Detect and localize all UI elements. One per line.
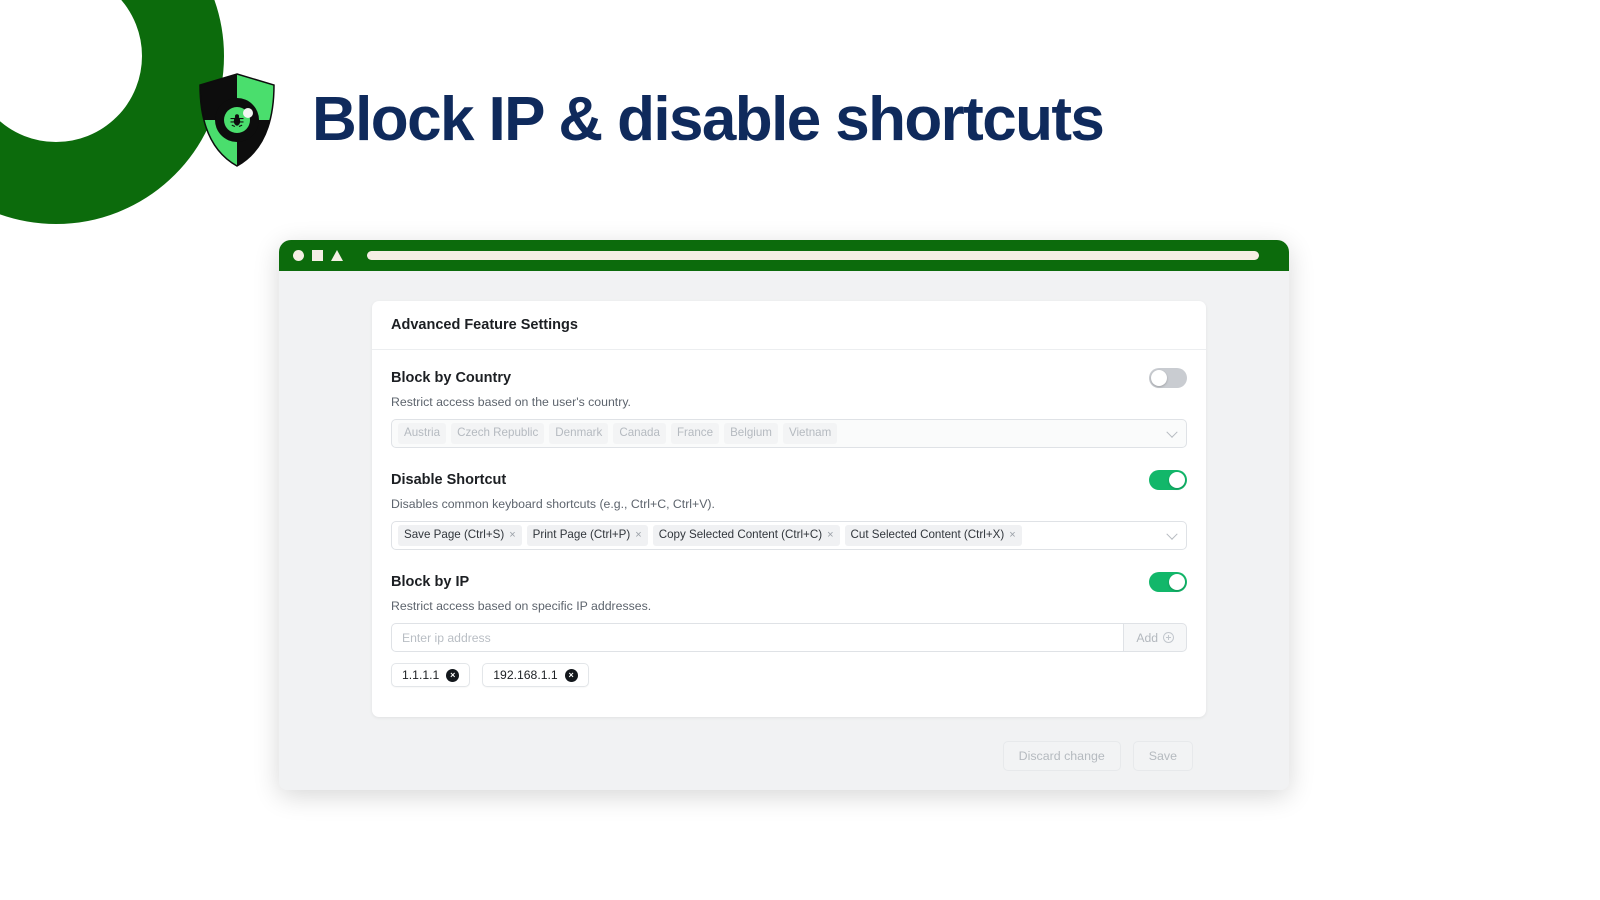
page-title: Block IP & disable shortcuts (312, 85, 1105, 154)
ip-chip-label: 1.1.1.1 (402, 668, 440, 682)
toggle-knob (1169, 574, 1185, 590)
ip-chip-list: 1.1.1.1 × 192.168.1.1 × (391, 663, 1187, 687)
toggle-knob (1169, 472, 1185, 488)
section-title: Block by Country (391, 370, 512, 386)
section-header: Block by Country (391, 368, 1187, 388)
plus-circle-icon (1163, 632, 1174, 643)
tag-label: Vietnam (788, 426, 832, 440)
add-ip-label: Add (1136, 630, 1158, 645)
browser-window: Advanced Feature Settings Block by Count… (279, 240, 1289, 790)
tag-label: Austria (404, 426, 441, 440)
remove-tag-icon[interactable]: × (635, 528, 641, 544)
tag-label: Save Page (Ctrl+S) (404, 528, 505, 542)
shortcut-multiselect[interactable]: Save Page (Ctrl+S) × Print Page (Ctrl+P) ×… (391, 521, 1187, 550)
ip-chip: 192.168.1.1 × (482, 663, 589, 687)
tag-label: Copy Selected Content (Ctrl+C) (658, 528, 823, 542)
address-bar[interactable] (367, 251, 1259, 260)
section-title: Disable Shortcut (391, 472, 507, 488)
tag-label: Czech Republic (457, 426, 539, 440)
shield-bug-icon (196, 72, 278, 168)
discard-change-button[interactable]: Discard change (1002, 741, 1121, 771)
add-ip-button[interactable]: Add (1124, 623, 1187, 652)
decorative-corner-arc (0, 0, 224, 224)
toggle-block-by-ip[interactable] (1149, 572, 1187, 592)
tag-label: Print Page (Ctrl+P) (532, 528, 631, 542)
card-footer: Discard change Save (372, 717, 1241, 771)
remove-tag-icon[interactable]: × (509, 528, 515, 544)
country-multiselect[interactable]: Austria Czech Republic Denmark Canada Fr… (391, 419, 1187, 448)
ip-chip-label: 192.168.1.1 (493, 668, 558, 682)
section-disable-shortcut: Disable Shortcut Disables common keyboar… (391, 470, 1187, 550)
shortcut-tag: Copy Selected Content (Ctrl+C) × (652, 525, 840, 546)
section-block-by-country: Block by Country Restrict access based o… (391, 368, 1187, 448)
toggle-block-by-country[interactable] (1149, 368, 1187, 388)
shortcut-tag: Print Page (Ctrl+P) × (526, 525, 648, 546)
browser-viewport: Advanced Feature Settings Block by Count… (279, 271, 1289, 790)
country-tag: France (670, 423, 720, 444)
country-tag: Denmark (549, 423, 609, 444)
settings-card-header: Advanced Feature Settings (372, 301, 1206, 350)
chevron-down-icon[interactable] (1166, 528, 1178, 540)
settings-card: Advanced Feature Settings Block by Count… (372, 301, 1206, 717)
settings-card-body: Block by Country Restrict access based o… (372, 350, 1206, 717)
remove-tag-icon[interactable]: × (827, 528, 833, 544)
ip-chip: 1.1.1.1 × (391, 663, 471, 687)
triangle-icon[interactable] (331, 250, 343, 261)
country-tag: Austria (398, 423, 447, 444)
section-title: Block by IP (391, 574, 470, 590)
settings-card-title: Advanced Feature Settings (391, 317, 578, 333)
remove-ip-icon[interactable]: × (446, 668, 460, 682)
tag-label: Belgium (730, 426, 772, 440)
country-tag: Belgium (724, 423, 778, 444)
chevron-down-icon[interactable] (1166, 426, 1178, 438)
ip-address-input[interactable] (391, 623, 1125, 652)
ip-input-row: Add (391, 623, 1187, 652)
tag-label: Canada (619, 426, 660, 440)
browser-titlebar (279, 240, 1289, 271)
circle-icon[interactable] (293, 250, 304, 261)
tag-label: Cut Selected Content (Ctrl+X) (850, 528, 1005, 542)
square-icon[interactable] (312, 250, 323, 261)
section-header: Disable Shortcut (391, 470, 1187, 490)
section-description: Restrict access based on the user's coun… (391, 395, 631, 409)
remove-tag-icon[interactable]: × (1009, 528, 1015, 544)
page-root: Block IP & disable shortcuts Advanced Fe… (0, 0, 1600, 900)
save-button[interactable]: Save (1132, 741, 1193, 771)
section-description: Restrict access based on specific IP add… (391, 599, 652, 613)
remove-ip-icon[interactable]: × (564, 668, 578, 682)
tag-label: Denmark (555, 426, 603, 440)
section-header: Block by IP (391, 572, 1187, 592)
country-tag: Vietnam (782, 423, 838, 444)
shortcut-tag: Save Page (Ctrl+S) × (398, 525, 522, 546)
hero-banner: Block IP & disable shortcuts (196, 72, 1105, 168)
country-tag: Canada (613, 423, 666, 444)
section-block-by-ip: Block by IP Restrict access based on spe… (391, 572, 1187, 687)
country-tag: Czech Republic (451, 423, 545, 444)
section-description: Disables common keyboard shortcuts (e.g.… (391, 497, 715, 511)
shortcut-tag: Cut Selected Content (Ctrl+X) × (844, 525, 1022, 546)
tag-label: France (676, 426, 714, 440)
toggle-disable-shortcut[interactable] (1149, 470, 1187, 490)
toggle-knob (1151, 370, 1167, 386)
